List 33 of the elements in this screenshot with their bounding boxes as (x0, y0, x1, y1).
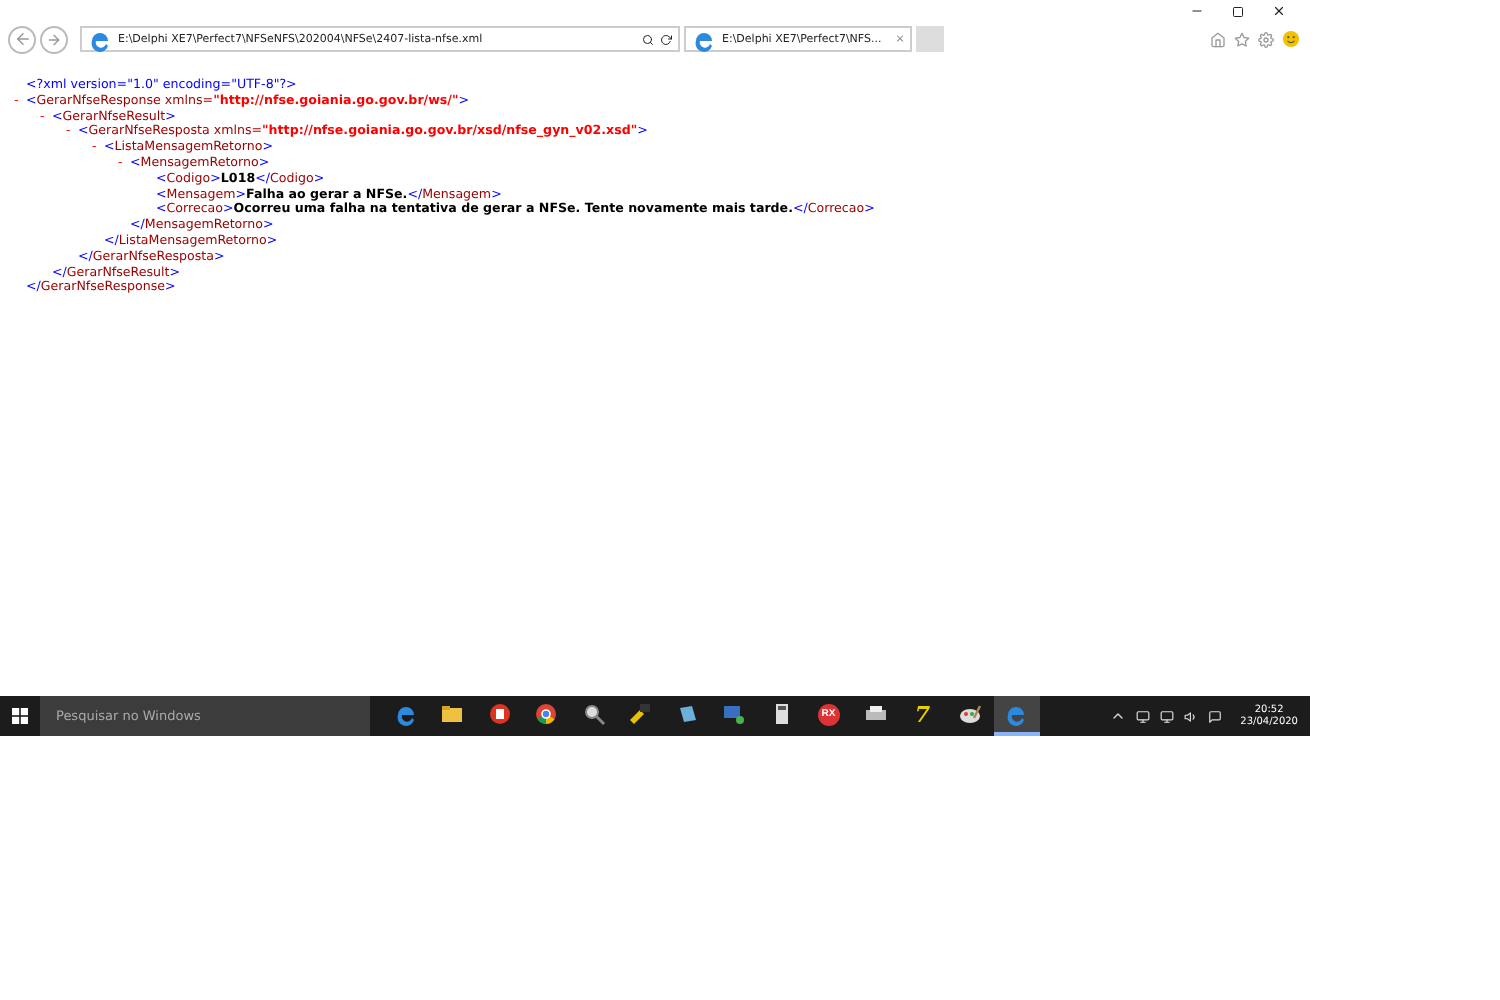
app-logo: 7 (914, 701, 931, 727)
left-arrow-icon (13, 30, 31, 48)
refresh-icon[interactable] (660, 33, 672, 45)
document-icon (675, 702, 700, 726)
magnifier-icon (581, 702, 606, 726)
trash-icon (487, 702, 512, 726)
windows-icon (12, 708, 28, 724)
folder-icon (440, 702, 465, 726)
letter-e-icon (393, 702, 418, 726)
computer-icon (722, 702, 747, 726)
search-icon[interactable] (642, 33, 654, 45)
close-icon[interactable] (1272, 4, 1286, 18)
palette-icon (957, 702, 982, 726)
letter-e-icon (692, 27, 716, 51)
letter-e-icon (88, 27, 112, 51)
star-icon[interactable] (1234, 31, 1250, 47)
circle-logo-icon (534, 702, 559, 726)
minimize-icon[interactable] (1190, 4, 1204, 18)
taskbar-app-button[interactable]: 7 (899, 696, 946, 736)
chevron-up-icon[interactable] (1110, 708, 1127, 724)
restore-icon[interactable] (1232, 5, 1244, 17)
network-icon[interactable] (1160, 709, 1175, 723)
right-arrow-icon (46, 31, 62, 47)
letter-e-icon (1004, 702, 1029, 726)
printer-icon (863, 702, 888, 726)
speaker-icon[interactable] (1184, 709, 1199, 723)
notification-icon[interactable] (1208, 709, 1223, 723)
tool-icon (628, 702, 653, 726)
monitor-icon[interactable] (1136, 709, 1151, 723)
smiley-icon[interactable] (1282, 30, 1300, 48)
home-icon[interactable] (1210, 31, 1226, 47)
taskbar-app-button[interactable] (993, 696, 1040, 736)
settings-icon[interactable] (1258, 31, 1274, 47)
